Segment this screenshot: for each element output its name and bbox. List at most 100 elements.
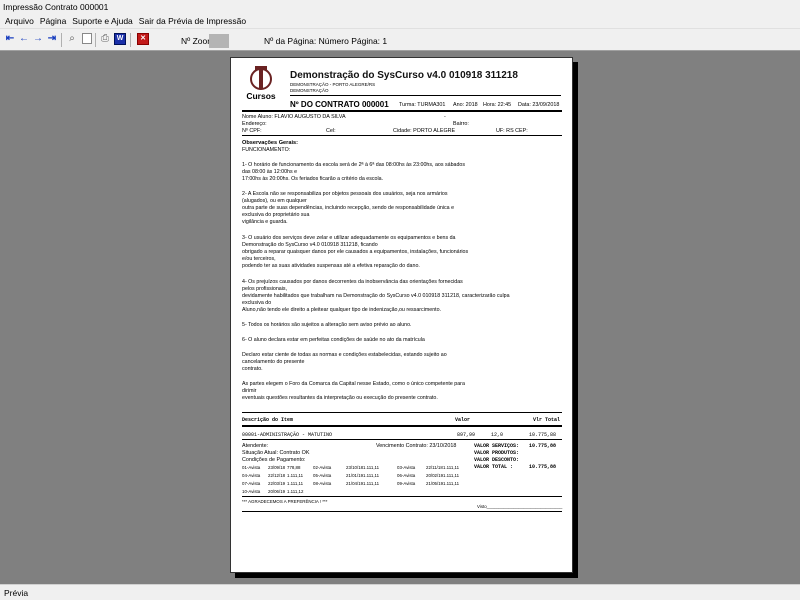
item-valor: 897,99: [457, 432, 476, 438]
paragraph-line: devidamente habilitados que trabalham na…: [242, 293, 510, 299]
attendant: Atendente:: [242, 443, 269, 449]
ano: Ano: 2018: [453, 102, 478, 108]
first-page-icon[interactable]: ⇤: [4, 33, 16, 45]
installment-label: 05-Avista: [313, 473, 332, 478]
page-icon[interactable]: [82, 33, 92, 44]
installment-date: 23/09/18: [268, 465, 286, 470]
installment-value: 1.111,11: [443, 473, 460, 478]
logo-text: Cursos: [246, 91, 276, 101]
installment-label: 09-Avista: [397, 481, 416, 486]
total-value: 10.775,88: [529, 443, 557, 449]
zoom-field[interactable]: [209, 34, 229, 48]
installment-label: 01-Avista: [242, 465, 261, 470]
toolbar-separator: [95, 33, 96, 47]
prev-page-icon[interactable]: ←: [18, 33, 30, 45]
total-label: VALOR DESCONTO:: [474, 457, 520, 463]
installment-date: 23/10/18: [346, 465, 364, 470]
paragraph-5: 5- Todos os horários são sujeitos a alte…: [242, 322, 412, 328]
installment-value: 1.111,11: [287, 481, 304, 486]
contract-number: Nº DO CONTRATO 000001: [290, 100, 389, 109]
col-total: Vlr Total: [533, 417, 561, 423]
installment-value: 1.111,11: [443, 481, 460, 486]
save-icon[interactable]: W: [114, 33, 126, 45]
observations-title: Observações Gerais:: [242, 140, 298, 146]
installment-label: 08-Avista: [313, 481, 332, 486]
divider: [242, 412, 562, 413]
installment-value: 778,88: [287, 465, 301, 470]
paragraph-line: obrigado a reparar quaisquer danos por e…: [242, 249, 469, 255]
installment-date: 22/12/18: [268, 473, 286, 478]
divider: [242, 135, 562, 136]
contract-due-date: Vencimento Contrato: 23/10/2018: [376, 443, 457, 449]
toolbar: ⇤ ← → ⇥ ⌕ ⎙ W ✕ Nº Zoom Nº da Página: Nú…: [0, 29, 800, 51]
divider: [242, 511, 562, 512]
paragraph-line: podendo ter as suas atividades suspensas…: [242, 263, 420, 269]
document-subtitle-2: DEMONSTRAÇÃO: [290, 88, 329, 93]
paragraph-6: 6- O aluno declara estar em perfeitas co…: [242, 337, 425, 343]
installment-date: 22/11/18: [426, 465, 443, 470]
menu-arquivo[interactable]: Arquivo: [2, 14, 37, 28]
student-name: Nome Aluno: FLAVIO AUGUSTO DA SILVA: [242, 114, 346, 120]
menu-pagina[interactable]: Página: [37, 14, 69, 28]
col-valor: Valor: [455, 417, 471, 423]
document-page: Cursos Demonstração do SysCurso v4.0 010…: [230, 57, 573, 573]
installment-value: 1.111,11: [363, 465, 380, 470]
divider: [242, 439, 562, 440]
toolbar-separator: [130, 33, 131, 47]
installment-date: 21/05/19: [426, 481, 444, 486]
installment-label: 03-Avista: [397, 465, 416, 470]
total-label: VALOR PRODUTOS:: [474, 450, 520, 456]
paragraph-line: eventuais questões resultantes da interp…: [242, 395, 438, 401]
paragraph-line: vigilância e guarda.: [242, 219, 288, 225]
turma: Turma: TURMA301: [399, 102, 446, 108]
cpf: Nº CPF:: [242, 128, 262, 134]
school-logo: Cursos: [245, 63, 277, 103]
total-label: VALOR TOTAL :: [474, 464, 514, 470]
toolbar-separator: [61, 33, 62, 47]
item-description: 00001-ADMINISTRAÇÃO - MATUTINO: [242, 432, 333, 438]
zoom-icon[interactable]: ⌕: [66, 33, 78, 45]
next-page-icon[interactable]: →: [32, 33, 44, 45]
last-page-icon[interactable]: ⇥: [46, 33, 58, 45]
print-icon[interactable]: ⎙: [99, 33, 111, 45]
installment-value: 1.111,11: [363, 473, 380, 478]
installment-date: 21/01/19: [346, 473, 364, 478]
thanks-note: *** AGRADECEMOS A PREFERÊNCIA ! ***: [242, 499, 328, 504]
col-description: Descrição do Item: [242, 417, 294, 423]
close-icon[interactable]: ✕: [137, 33, 149, 45]
divider: [290, 95, 561, 96]
installment-label: 04-Avista: [242, 473, 261, 478]
installment-label: 02-Avista: [313, 465, 332, 470]
paragraph-line: As partes elegem o Foro da Comarca da Ca…: [242, 381, 465, 387]
payment-conditions: Condições de Pagamento:: [242, 457, 306, 463]
state-zip: UF: RS CEP:: [496, 128, 528, 134]
installment-value: 1.111,12: [287, 489, 304, 494]
divider: [242, 496, 562, 497]
paragraph-line: 17:00hs às 20:00hs. Os feriados ficarão …: [242, 176, 384, 182]
installment-label: 10-Avista: [242, 489, 261, 494]
observations-subtitle: FUNCIONAMENTO:: [242, 147, 291, 153]
paragraph-line: Aluno,não tendo ele direito a pleitear q…: [242, 307, 442, 313]
installment-value: 1.111,11: [363, 481, 380, 486]
address: Endereço:: [242, 121, 267, 127]
status-bar: Prévia: [0, 584, 800, 600]
installment-value: 1.111,11: [443, 465, 460, 470]
city: Cidade: PORTO ALEGRE: [393, 128, 456, 134]
cellphone: Cel:: [326, 128, 336, 134]
item-total: 10.775,88: [529, 432, 557, 438]
menu-bar: Arquivo Página Suporte e Ajuda Sair da P…: [0, 14, 800, 29]
installment-label: 06-Avista: [397, 473, 416, 478]
paragraph-line: contrato.: [242, 366, 263, 372]
menu-sair-previa[interactable]: Sair da Prévia de Impressão: [136, 14, 249, 28]
hora: Hora: 22:45: [483, 102, 512, 108]
neighborhood: Bairro:: [453, 121, 469, 127]
installment-date: 21/04/19: [346, 481, 364, 486]
installment-date: 20/02/19: [426, 473, 444, 478]
dash: -: [444, 114, 446, 120]
installment-label: 07-Avista: [242, 481, 261, 486]
menu-suporte-ajuda[interactable]: Suporte e Ajuda: [69, 14, 136, 28]
data: Data: 23/09/2018: [518, 102, 560, 108]
window-title: Impressão Contrato 000001: [0, 0, 800, 14]
installment-date: 20/06/19: [268, 489, 286, 494]
total-value: 10.775,88: [529, 464, 557, 470]
